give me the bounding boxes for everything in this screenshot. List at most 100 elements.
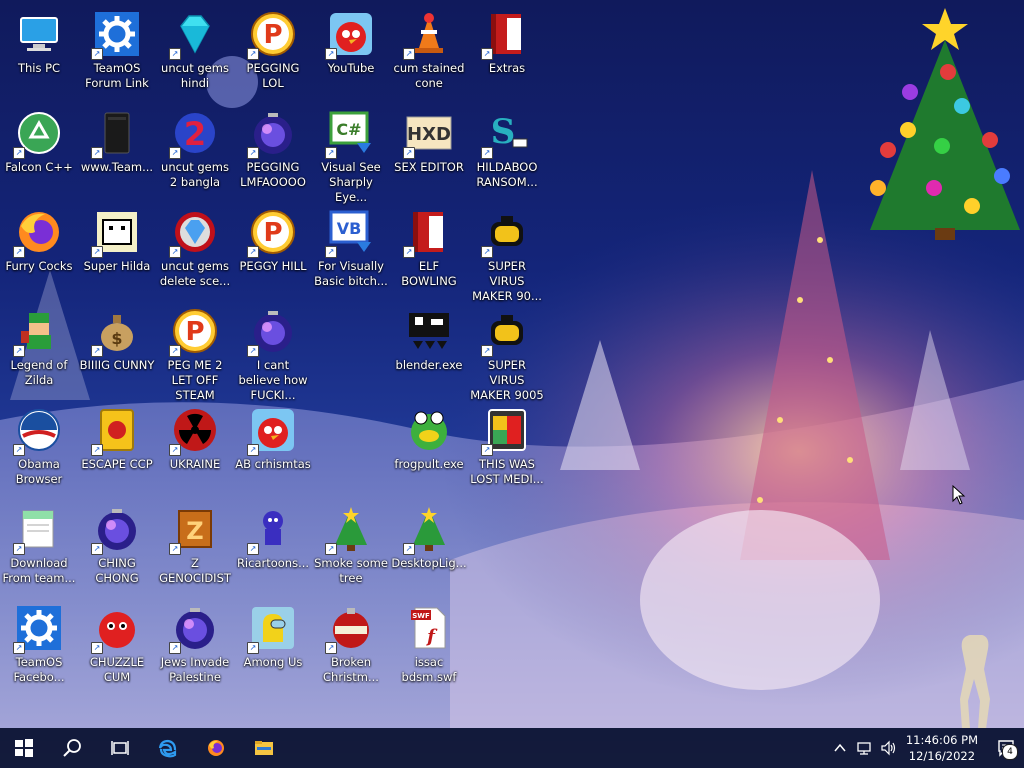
search-button[interactable] [48,728,96,768]
desktop-icon[interactable]: 2 ↗ uncut gems 2 bangla [156,103,234,199]
action-center-button[interactable]: 4 [988,728,1024,768]
desktop-icon[interactable]: Z ↗ Z GENOCIDIST [156,499,234,595]
shortcut-arrow-icon: ↗ [247,444,259,456]
desktop-icon[interactable]: P ↗ PEGGING LOL [234,4,312,100]
desktop-icon[interactable]: ↗ Download From team... [0,499,78,595]
desktop-icon[interactable]: ↗ ESCAPE CCP [78,400,156,496]
start-button[interactable] [0,728,48,768]
desktop-icon[interactable]: ↗ Jews Invade Palestine [156,598,234,694]
desktop-icon[interactable]: ↗ Furry Cocks [0,202,78,298]
desktop-icon[interactable]: ↗ PEGGING LMFAOOOO [234,103,312,199]
desktop-icon-label: THIS WAS LOST MEDI... [470,457,544,486]
shortcut-arrow-icon: ↗ [91,345,103,357]
desktop-icon[interactable]: ↗ CHUZZLE CUM [78,598,156,694]
svg-text:P: P [263,218,282,248]
desktop-icon[interactable]: ↗ SUPER VIRUS MAKER 9005 [468,301,546,402]
taskbar-firefox[interactable] [192,728,240,768]
desktop-icon[interactable]: ↗ Super Hilda [78,202,156,298]
clock[interactable]: 11:46:06 PM 12/16/2022 [900,732,988,764]
desktop-icon[interactable]: ↗ THIS WAS LOST MEDI... [468,400,546,496]
notification-count-badge: 4 [1002,744,1018,760]
csharp-icon: C# ↗ [325,109,375,159]
desktop-icon[interactable]: ↗ Falcon C++ [0,103,78,199]
shortcut-arrow-icon: ↗ [247,345,259,357]
shortcut-arrow-icon: ↗ [403,543,415,555]
snake-s-icon: S ↗ [481,109,531,159]
svg-text:SWF: SWF [412,612,430,620]
desktop-icon-label: Furry Cocks [5,259,73,273]
desktop-icon[interactable]: ↗ Among Us [234,598,312,694]
desktop-icon[interactable]: ↗ Legend of Zilda [0,301,78,397]
shortcut-arrow-icon: ↗ [481,345,493,357]
desktop-icon[interactable]: ↗ Ricartoons... [234,499,312,595]
search-icon [63,739,81,757]
desktop-icon[interactable]: VB ↗ For Visually Basic bitch... [312,202,390,298]
desktop-icon-label: SUPER VIRUS MAKER 9005 [470,358,544,402]
desktop-icon[interactable]: ↗ YouTube [312,4,390,100]
svg-text:HXD: HXD [407,124,451,145]
desktop-icon[interactable]: S ↗ HILDABOO RANSOM... [468,103,546,199]
desktop-icon-label: Visual See Sharply Eye... [321,160,381,204]
desktop-icon-label: Among Us [243,655,303,669]
shortcut-arrow-icon: ↗ [481,246,493,258]
edge-icon [158,739,177,758]
desktop-icon[interactable]: ↗ www.Team... [78,103,156,199]
network-icon [857,742,871,755]
desktop-icon-label: I cant believe how FUCKI... [238,358,308,402]
volume-button[interactable] [876,728,900,768]
desktop-icon[interactable]: ↗ I cant believe how FUCKI... [234,301,312,402]
traffic-cone-icon: ↗ [403,10,453,60]
desktop-icon[interactable]: ↗ uncut gems delete sce... [156,202,234,298]
shortcut-arrow-icon: ↗ [13,444,25,456]
taskbar-file-explorer[interactable] [240,728,288,768]
taskbar-edge[interactable] [144,728,192,768]
desktop-icon[interactable]: P ↗ PEG ME 2 LET OFF STEAM [156,301,234,402]
shortcut-arrow-icon: ↗ [13,345,25,357]
desktop-icon-label: ESCAPE CCP [81,457,153,471]
desktop-icon-label: Broken Christm... [323,655,379,684]
desktop-icon[interactable]: This PC [0,4,78,100]
desktop-icon[interactable]: ↗ SUPER VIRUS MAKER 90... [468,202,546,303]
svg-text:S: S [491,112,516,152]
desktop-icon[interactable]: ↗ Extras [468,4,546,100]
show-hidden-icons-button[interactable] [828,728,852,768]
desktop-icon[interactable]: P ↗ PEGGY HILL [234,202,312,298]
desktop-icon-label: Smoke some tree [314,556,388,585]
yellow-bag-icon: ↗ [481,307,531,357]
desktop-icon[interactable]: ↗ ELF BOWLING [390,202,468,298]
desktop-icon[interactable]: ↗ AB crhismtas [234,400,312,496]
desktop-icon[interactable]: ↗ Broken Christm... [312,598,390,694]
taskbar: 11:46:06 PM 12/16/2022 4 [0,728,1024,768]
vb-icon: VB ↗ [325,208,375,258]
desktop-icon[interactable]: ↗ CHING CHONG [78,499,156,595]
shortcut-arrow-icon: ↗ [13,642,25,654]
diamond-icon: ↗ [169,10,219,60]
svg-text:$: $ [111,329,122,348]
radiation-icon: ↗ [169,406,219,456]
desktop-icon[interactable]: C# ↗ Visual See Sharply Eye... [312,103,390,204]
angry-bird-icon: ↗ [247,406,297,456]
desktop-icon[interactable]: ↗ TeamOS Facebo... [0,598,78,694]
desktop-icon[interactable]: ↗ Smoke some tree [312,499,390,595]
desktop-icon[interactable]: HXD ↗ SEX EDITOR [390,103,468,199]
svg-text:Z: Z [186,517,203,545]
desktop-icon[interactable]: SWF f issac bdsm.swf [390,598,468,694]
desktop-icon[interactable]: ↗ TeamOS Forum Link [78,4,156,100]
desktop-icon[interactable]: frogpult.exe [390,400,468,496]
desktop-icon-label: SUPER VIRUS MAKER 90... [472,259,542,303]
shortcut-arrow-icon: ↗ [91,543,103,555]
desktop-icon[interactable]: ↗ UKRAINE [156,400,234,496]
shortcut-arrow-icon: ↗ [403,246,415,258]
svg-text:P: P [263,20,282,50]
network-button[interactable] [852,728,876,768]
chevron-up-icon [834,743,846,752]
desktop-icon[interactable]: blender.exe [390,301,468,397]
desktop-icon-label: frogpult.exe [394,457,464,471]
desktop-icon[interactable]: ↗ DesktopLig... [390,499,468,595]
desktop-icon[interactable]: ↗ cum stained cone [390,4,468,100]
desktop-icon[interactable]: $ ↗ BIIIIG CUNNY [78,301,156,397]
desktop-icon[interactable]: ↗ Obama Browser [0,400,78,496]
desktop-icon-label: CHING CHONG [95,556,139,585]
desktop-icon[interactable]: ↗ uncut gems hindi [156,4,234,100]
task-view-button[interactable] [96,728,144,768]
